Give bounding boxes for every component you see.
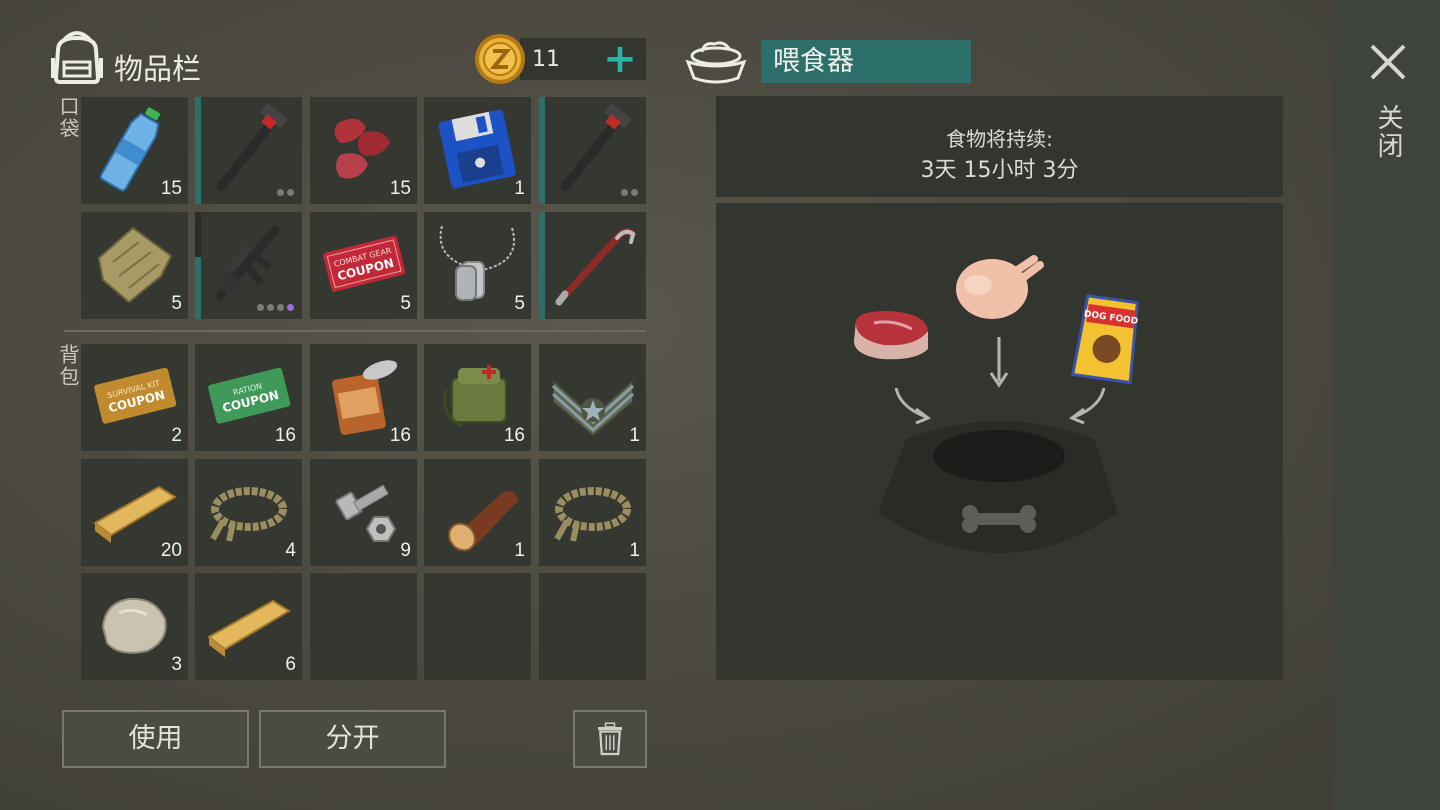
slot-count: 6 <box>285 654 296 675</box>
rope-icon <box>554 487 631 542</box>
backpack-slot[interactable]: 3 <box>81 573 188 680</box>
use-button[interactable]: 使用 <box>62 710 249 768</box>
trash-button[interactable] <box>573 710 647 768</box>
pipe-wrench-icon <box>560 104 631 192</box>
backpack-slot[interactable]: 16 <box>310 344 417 451</box>
upgrade-dots <box>277 189 294 196</box>
slot-count: 1 <box>629 540 640 561</box>
backpack-label: 背包 <box>56 344 80 388</box>
pocket-slot[interactable]: 5 <box>424 212 531 319</box>
backpack-slot[interactable]: 1 <box>539 459 646 566</box>
stone-icon <box>101 597 167 654</box>
combat-gear-coupon-icon: COMBAT GEAR COUPON <box>323 235 406 292</box>
slot-count: 15 <box>160 178 182 199</box>
slot-count: 2 <box>171 425 182 446</box>
backpack-slot-empty[interactable] <box>310 573 417 680</box>
upgrade-dots <box>257 304 294 311</box>
close-label[interactable]: 关闭 <box>1370 104 1407 160</box>
food-duration-panel: 食物将持续: 3天 15小时 3分 <box>716 96 1283 197</box>
feeder-illustration: DOG FOOD <box>854 255 1139 553</box>
bowl-icon <box>878 421 1118 553</box>
pocket-slot[interactable]: COMBAT GEAR COUPON 5 <box>310 212 417 319</box>
rope-icon <box>210 487 287 542</box>
slot-count: 9 <box>400 540 411 561</box>
slot-count: 16 <box>274 425 296 446</box>
pocket-slot[interactable] <box>195 212 302 319</box>
pocket-slot[interactable]: 15 <box>310 97 417 204</box>
slot-count: 5 <box>514 293 525 314</box>
steak-icon <box>854 311 928 360</box>
coin-icon <box>475 34 525 84</box>
slot-count: 5 <box>171 293 182 314</box>
backpack-slot[interactable]: 9 <box>310 459 417 566</box>
backpack-slot[interactable]: 20 <box>81 459 188 566</box>
inventory-title: 物品栏 <box>114 52 202 86</box>
close-icon[interactable] <box>1366 40 1410 84</box>
slot-count: 1 <box>514 540 525 561</box>
arrows-icon <box>894 337 1106 425</box>
slot-count: 16 <box>503 425 525 446</box>
split-button[interactable]: 分开 <box>259 710 446 768</box>
backpack-slot-empty[interactable] <box>539 573 646 680</box>
section-divider <box>64 330 646 332</box>
rank-chevron-icon <box>551 377 635 438</box>
crowbar-icon <box>555 228 637 306</box>
pocket-slot[interactable]: 1 <box>424 97 531 204</box>
backpack-slot[interactable]: 16 <box>424 344 531 451</box>
survival-kit-coupon-icon: SURVIVAL KIT COUPON <box>94 367 177 424</box>
backpack-slot-empty[interactable] <box>424 573 531 680</box>
upgrade-dots <box>621 189 638 196</box>
pipe-wrench-icon <box>216 104 287 192</box>
log-icon <box>448 491 518 552</box>
feeder-drop-area[interactable]: DOG FOOD <box>716 203 1283 680</box>
trash-icon <box>598 722 622 756</box>
slot-count: 1 <box>514 178 525 199</box>
backpack-slot[interactable]: 4 <box>195 459 302 566</box>
backpack-slot[interactable]: SURVIVAL KIT COUPON 2 <box>81 344 188 451</box>
feeder-title: 喂食器 <box>761 40 971 83</box>
slot-count: 16 <box>389 425 411 446</box>
slot-count: 1 <box>629 425 640 446</box>
coin-count: 11 <box>532 47 560 72</box>
pocket-slot[interactable] <box>539 97 646 204</box>
cloth-rag-icon <box>97 226 173 304</box>
backpack-slot[interactable]: 1 <box>539 344 646 451</box>
pocket-slot[interactable]: 5 <box>81 212 188 319</box>
wooden-plank-icon <box>207 599 291 657</box>
slot-count: 20 <box>160 540 182 561</box>
add-coins-button[interactable]: + <box>598 38 642 80</box>
backpack-slot[interactable]: 1 <box>424 459 531 566</box>
dog-tags-icon <box>439 225 515 301</box>
raw-chicken-icon <box>956 255 1044 319</box>
slot-count: 3 <box>171 654 182 675</box>
durability-bar <box>539 212 545 319</box>
slot-count: 5 <box>400 293 411 314</box>
pocket-slot[interactable] <box>539 212 646 319</box>
bolt-and-nut-icon <box>335 484 397 542</box>
pocket-slot[interactable] <box>195 97 302 204</box>
slot-count: 15 <box>389 178 411 199</box>
dog-food-bag-icon: DOG FOOD <box>1070 294 1139 385</box>
pocket-label: 口袋 <box>56 96 80 140</box>
slot-count: 4 <box>285 540 296 561</box>
backpack-slot[interactable]: 6 <box>195 573 302 680</box>
duration-label: 食物将持续: <box>946 127 1053 151</box>
backpack-slot[interactable]: RATION COUPON 16 <box>195 344 302 451</box>
pocket-slot[interactable]: 15 <box>81 97 188 204</box>
durability-bar <box>195 97 201 204</box>
feeder-bowl-icon <box>685 41 747 84</box>
durability-bar <box>195 257 201 319</box>
durability-bar <box>539 97 545 204</box>
assault-rifle-icon <box>213 223 282 302</box>
backpack-icon <box>51 31 103 84</box>
floppy-disk-icon <box>438 109 516 189</box>
duration-value: 3天 15小时 3分 <box>920 158 1079 183</box>
